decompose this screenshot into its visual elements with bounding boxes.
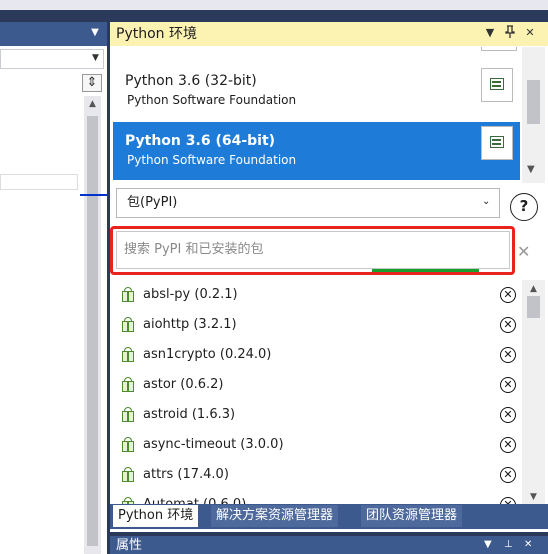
package-label: attrs (17.4.0) bbox=[143, 467, 229, 482]
scroll-up-arrow-icon[interactable]: ▲ bbox=[522, 282, 545, 296]
chevron-down-icon[interactable]: ▼ bbox=[92, 53, 99, 63]
package-gift-icon bbox=[121, 287, 135, 303]
package-item[interactable]: aiohttp (3.2.1) ✕ bbox=[113, 310, 521, 340]
window-top-strip bbox=[0, 0, 548, 10]
env-item-partial bbox=[481, 47, 517, 51]
pin-icon[interactable]: ⊥ bbox=[504, 538, 513, 552]
environment-name: Python 3.6 (32-bit) bbox=[125, 73, 257, 89]
uninstall-package-icon[interactable]: ✕ bbox=[500, 377, 516, 393]
environment-item-py36-64[interactable]: Python 3.6 (64-bit) Python Software Foun… bbox=[113, 122, 520, 180]
uninstall-package-icon[interactable]: ✕ bbox=[500, 287, 516, 303]
panel-dropdown-icon[interactable]: ▼ bbox=[482, 25, 498, 41]
help-button[interactable]: ? bbox=[510, 193, 538, 221]
uninstall-package-icon[interactable]: ✕ bbox=[500, 317, 516, 333]
uninstall-package-icon[interactable]: ✕ bbox=[500, 347, 516, 363]
package-item[interactable]: asn1crypto (0.24.0) ✕ bbox=[113, 340, 521, 370]
editor-line-highlight bbox=[0, 174, 78, 190]
environment-publisher: Python Software Foundation bbox=[127, 93, 297, 107]
environment-name: Python 3.6 (64-bit) bbox=[125, 133, 276, 149]
environment-overview-icon[interactable] bbox=[481, 68, 513, 102]
editor-navigation-combo[interactable] bbox=[0, 49, 104, 69]
package-label: async-timeout (3.0.0) bbox=[143, 437, 284, 452]
package-label: astor (0.6.2) bbox=[143, 377, 224, 392]
package-item[interactable]: absl-py (0.2.1) ✕ bbox=[113, 280, 521, 310]
package-item[interactable]: attrs (17.4.0) ✕ bbox=[113, 460, 521, 490]
package-list-scrollbar-thumb[interactable] bbox=[527, 296, 540, 318]
environment-item-py36-32[interactable]: Python 3.6 (32-bit) Python Software Foun… bbox=[113, 60, 520, 118]
uninstall-package-icon[interactable]: ✕ bbox=[500, 407, 516, 423]
scroll-down-arrow-icon[interactable]: ▼ bbox=[527, 164, 535, 175]
package-item[interactable]: astroid (1.6.3) ✕ bbox=[113, 400, 521, 430]
tab-solution-explorer[interactable]: 解决方案资源管理器 bbox=[211, 505, 339, 527]
chevron-down-icon: ⌄ bbox=[482, 196, 491, 207]
uninstall-package-icon[interactable]: ✕ bbox=[500, 437, 516, 453]
package-label: asn1crypto (0.24.0) bbox=[143, 347, 272, 362]
editor-caret-marker bbox=[80, 194, 107, 196]
package-list: absl-py (0.2.1) ✕ aiohttp (3.2.1) ✕ asn1… bbox=[113, 280, 521, 506]
environment-overview-icon[interactable] bbox=[481, 126, 513, 160]
tab-python-environments[interactable]: Python 环境 bbox=[113, 505, 199, 527]
split-editor-button[interactable]: ⇕ bbox=[82, 74, 102, 92]
search-placeholder: 搜索 PyPI 和已安装的包 bbox=[124, 242, 264, 257]
package-gift-icon bbox=[121, 467, 135, 483]
package-gift-icon bbox=[121, 317, 135, 333]
package-gift-icon bbox=[121, 437, 135, 453]
package-gift-icon bbox=[121, 377, 135, 393]
environment-list-scrollbar-thumb[interactable] bbox=[527, 80, 540, 124]
editor-scrollbar-thumb[interactable] bbox=[87, 116, 98, 546]
package-gift-icon bbox=[121, 347, 135, 363]
environment-publisher: Python Software Foundation bbox=[127, 153, 297, 167]
scroll-up-arrow-icon[interactable]: ▲ bbox=[84, 97, 101, 111]
close-icon[interactable]: ✕ bbox=[524, 538, 532, 552]
pin-icon[interactable] bbox=[502, 25, 518, 41]
tab-team-explorer[interactable]: 团队资源管理器 bbox=[361, 505, 463, 527]
uninstall-package-icon[interactable]: ✕ bbox=[500, 467, 516, 483]
package-label: aiohttp (3.2.1) bbox=[143, 317, 237, 332]
view-selector-value: 包(PyPI) bbox=[127, 195, 178, 210]
panel-title: Python 环境 bbox=[116, 26, 197, 42]
package-label: astroid (1.6.3) bbox=[143, 407, 236, 422]
scroll-down-arrow-icon[interactable]: ▼ bbox=[522, 490, 545, 504]
view-selector-combo[interactable]: 包(PyPI) ⌄ bbox=[116, 188, 500, 218]
package-label: absl-py (0.2.1) bbox=[143, 287, 238, 302]
package-item[interactable]: async-timeout (3.0.0) ✕ bbox=[113, 430, 521, 460]
properties-title: 属性 bbox=[116, 538, 143, 553]
clear-search-icon[interactable]: ✕ bbox=[517, 242, 530, 261]
search-progress-bar bbox=[372, 269, 479, 272]
close-icon[interactable]: ✕ bbox=[522, 25, 538, 41]
panel-dropdown-icon[interactable]: ▼ bbox=[484, 538, 492, 552]
chevron-down-icon[interactable]: ▼ bbox=[89, 27, 101, 39]
package-gift-icon bbox=[121, 407, 135, 423]
properties-panel-header bbox=[110, 536, 548, 554]
package-item[interactable]: astor (0.6.2) ✕ bbox=[113, 370, 521, 400]
